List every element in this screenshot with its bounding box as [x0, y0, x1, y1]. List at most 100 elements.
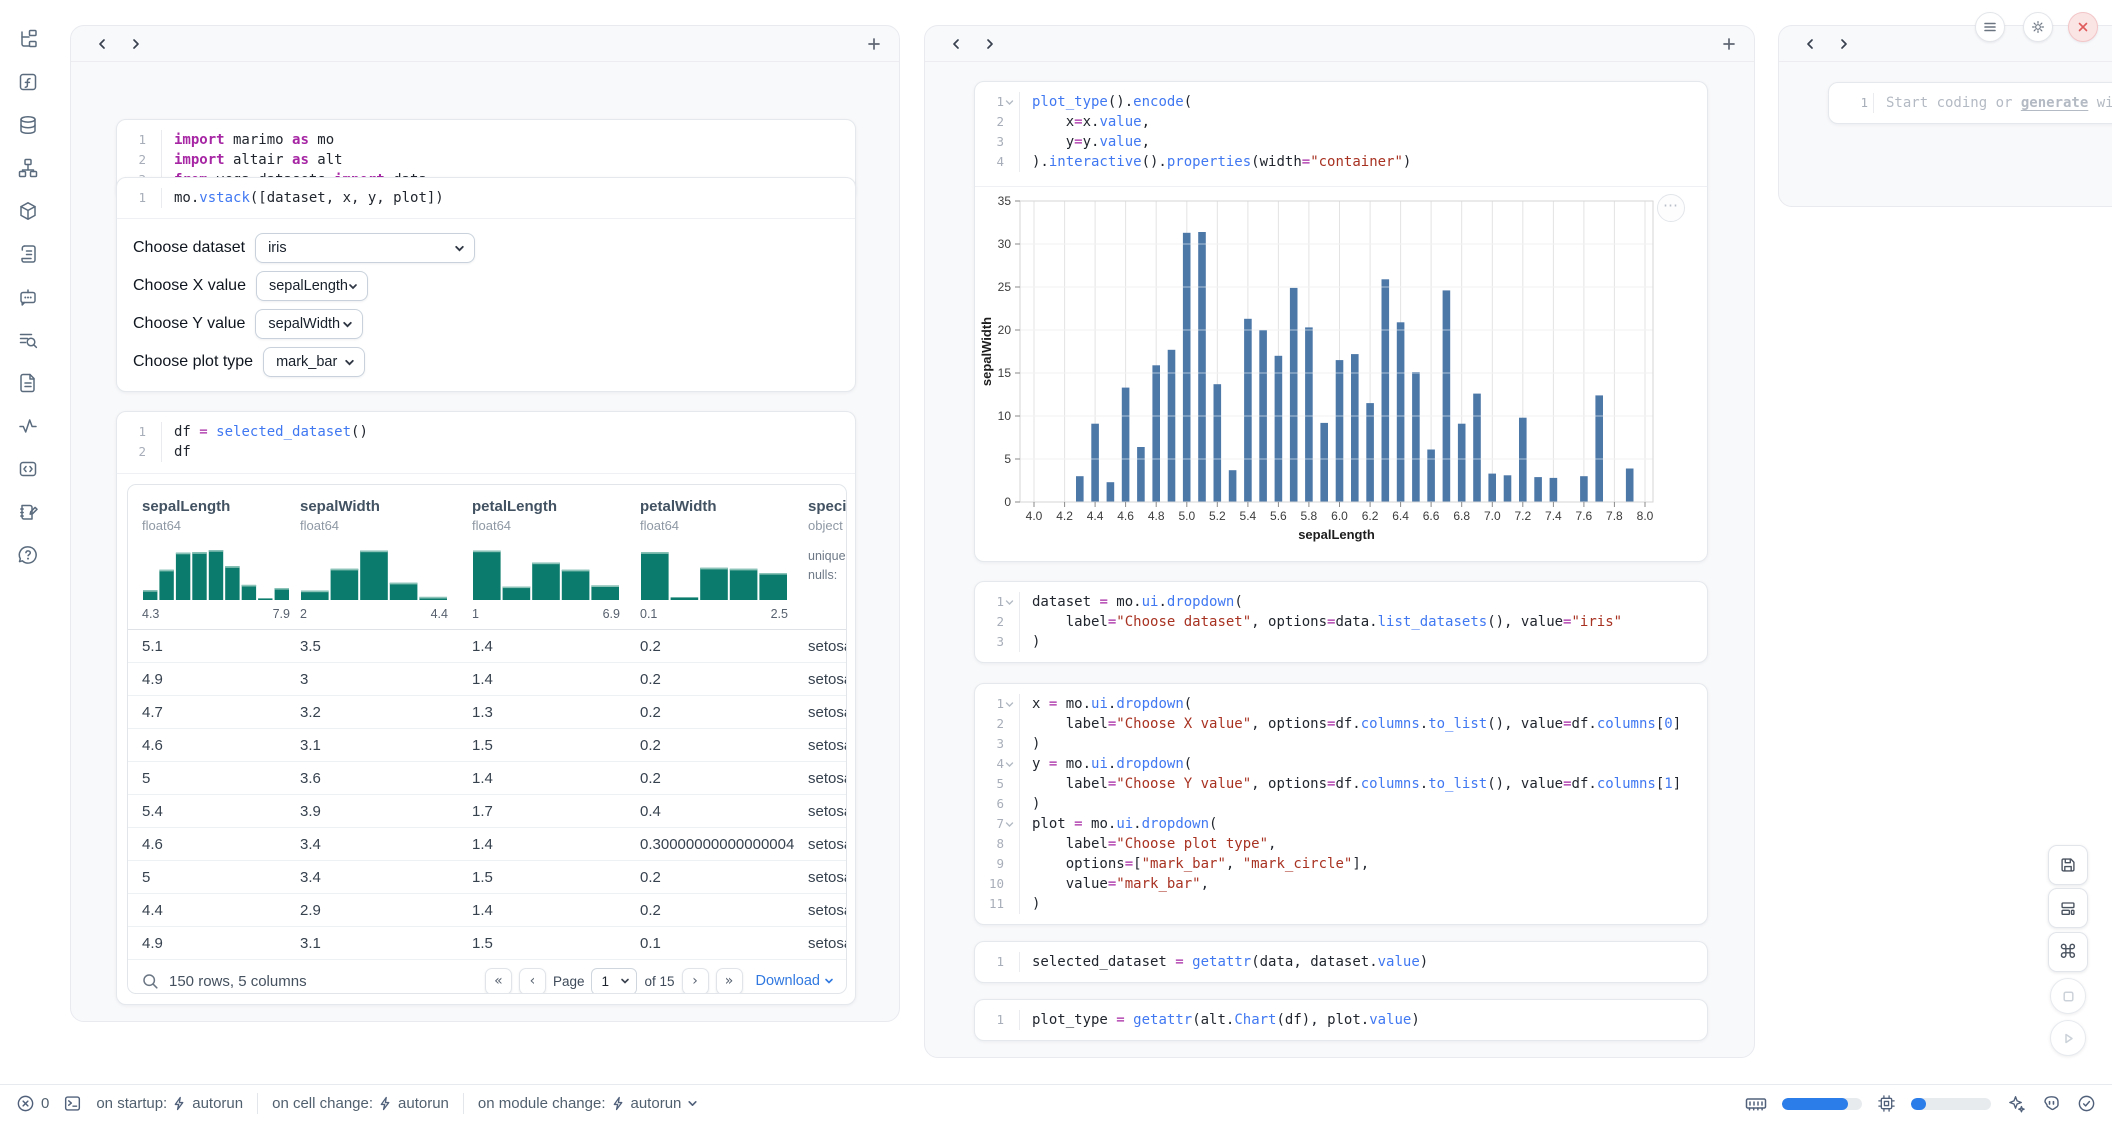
chart-menu-button[interactable]: ⋯ — [1657, 194, 1685, 222]
sidebar-chat-bot-button[interactable] — [13, 282, 43, 312]
code-editor[interactable]: 1dataset = mo.ui.dropdown(2 label="Choos… — [975, 582, 1707, 662]
table-cell: setosa — [808, 770, 846, 787]
svg-text:5.6: 5.6 — [1270, 509, 1287, 523]
runtime-config-2[interactable]: on cell change:autorun — [272, 1095, 449, 1112]
dropdown-select[interactable]: sepalLength — [256, 271, 368, 301]
page-label: Page — [553, 974, 585, 989]
table-cell: 5.4 — [142, 803, 300, 820]
sidebar-document-button[interactable] — [13, 368, 43, 398]
dropdown-select[interactable]: sepalWidth — [255, 309, 363, 339]
code-line: 1mo.vstack([dataset, x, y, plot]) — [117, 188, 855, 208]
table-cell: 3.4 — [300, 836, 472, 853]
sidebar-list-search-button[interactable] — [13, 325, 43, 355]
code-line: 1plot_type = getattr(alt.Chart(df), plot… — [975, 1010, 1707, 1030]
notebook-menu-button[interactable] — [1975, 12, 2005, 42]
table-cell: 0.2 — [640, 770, 808, 787]
fold-chevron-icon[interactable] — [1005, 598, 1014, 607]
stop-button[interactable] — [2050, 978, 2086, 1014]
table-cell: 1.5 — [472, 737, 640, 754]
add-column-button[interactable] — [861, 31, 887, 57]
code-editor[interactable]: 1plot_type = getattr(alt.Chart(df), plot… — [975, 1000, 1707, 1040]
sidebar-database-button[interactable] — [13, 110, 43, 140]
sidebar-file-tree-button[interactable] — [13, 24, 43, 54]
fold-chevron-icon[interactable] — [1005, 820, 1014, 829]
stop-icon — [2061, 989, 2076, 1004]
table-cell: setosa — [808, 935, 846, 952]
terminal-button[interactable] — [63, 1094, 82, 1113]
table-body: 5.13.51.40.2setosa4.931.40.2setosa4.73.2… — [128, 630, 846, 960]
code-line: 1plot_type().encode( — [975, 92, 1707, 112]
column-header-petalWidth[interactable]: petalWidthfloat640.12.5 — [640, 498, 808, 621]
sidebar-scroll-button[interactable] — [13, 239, 43, 269]
fold-chevron-icon[interactable] — [1005, 700, 1014, 709]
ai-assist-button[interactable] — [2006, 1094, 2026, 1114]
add-column-button[interactable] — [1716, 31, 1742, 57]
settings-button[interactable] — [2023, 12, 2053, 42]
sidebar-code-snippets-button[interactable] — [13, 454, 43, 484]
sidebar-dependency-graph-button[interactable] — [13, 153, 43, 183]
svg-text:sepalWidth: sepalWidth — [979, 317, 994, 386]
save-button[interactable] — [2048, 845, 2088, 885]
column-header-species[interactable]: speciesobjectunique:nulls: — [808, 498, 847, 621]
code-editor[interactable]: 1 Start coding or generate with AI — [1829, 83, 2112, 123]
hamburger-menu-icon — [1983, 20, 1997, 34]
sidebar-tracing-button[interactable] — [13, 411, 43, 441]
column-collapse-right-button[interactable] — [977, 31, 1003, 57]
code-line: 6) — [975, 794, 1707, 814]
cell-chart: 1plot_type().encode(2 x=x.value,3 y=y.va… — [974, 81, 1708, 562]
dependency-graph-icon — [17, 157, 39, 179]
column-collapse-right-button[interactable] — [123, 31, 149, 57]
command-palette-button[interactable]: ⌘ — [2048, 932, 2088, 972]
column-header-petalLength[interactable]: petalLengthfloat6416.9 — [472, 498, 640, 621]
last-page-button[interactable]: » — [716, 968, 743, 995]
column-header-sepalLength[interactable]: sepalLengthfloat644.37.9 — [142, 498, 300, 621]
svg-text:20: 20 — [998, 323, 1012, 337]
run-button[interactable] — [2050, 1020, 2086, 1056]
fold-chevron-icon[interactable] — [1005, 98, 1014, 107]
package-icon — [17, 200, 39, 222]
code-line: 1import marimo as mo — [117, 130, 855, 150]
search-icon[interactable] — [142, 973, 159, 990]
error-count-indicator[interactable]: 0 — [16, 1094, 49, 1113]
runtime-config-groups: on startup:autorun on cell change:autorun… — [96, 1093, 698, 1114]
code-line: 3) — [975, 632, 1707, 652]
code-editor[interactable]: 1x = mo.ui.dropdown(2 label="Choose X va… — [975, 684, 1707, 924]
column-collapse-right-button[interactable] — [1831, 31, 1857, 57]
column-collapse-left-button[interactable] — [1797, 31, 1823, 57]
gear-icon — [2030, 19, 2046, 35]
first-page-button[interactable]: « — [485, 968, 512, 995]
runtime-config-1[interactable]: on startup:autorun — [96, 1095, 243, 1112]
column-collapse-left-button[interactable] — [943, 31, 969, 57]
sidebar-notebook-button[interactable] — [13, 497, 43, 527]
sidebar-function-square-button[interactable] — [13, 67, 43, 97]
column-header-sepalWidth[interactable]: sepalWidthfloat6424.4 — [300, 498, 472, 621]
code-editor[interactable]: 1plot_type().encode(2 x=x.value,3 y=y.va… — [975, 82, 1707, 182]
svg-text:4.4: 4.4 — [1087, 509, 1104, 523]
table-cell: 3.2 — [300, 704, 472, 721]
svg-text:15: 15 — [998, 366, 1012, 380]
page-select[interactable]: 1 — [591, 968, 637, 995]
close-app-view-button[interactable] — [2068, 12, 2098, 42]
code-editor[interactable]: 1mo.vstack([dataset, x, y, plot]) — [117, 178, 855, 218]
sidebar-help-button[interactable] — [13, 540, 43, 570]
column-collapse-left-button[interactable] — [89, 31, 115, 57]
dropdown-select[interactable]: iris — [255, 233, 475, 263]
sidebar-package-button[interactable] — [13, 196, 43, 226]
fold-chevron-icon[interactable] — [1005, 760, 1014, 769]
left-sidebar — [0, 0, 56, 1084]
code-editor[interactable]: 1df = selected_dataset()2df — [117, 412, 855, 472]
next-page-button[interactable]: › — [682, 968, 709, 995]
function-square-icon — [17, 71, 39, 93]
table-cell: setosa — [808, 737, 846, 754]
generate-with-ai-link[interactable]: generate — [2021, 95, 2088, 111]
runtime-config-3[interactable]: on module change:autorun — [478, 1095, 698, 1112]
code-editor[interactable]: 1selected_dataset = getattr(data, datase… — [975, 942, 1707, 982]
download-button[interactable]: Download — [756, 973, 835, 989]
dropdown-select[interactable]: mark_bar — [263, 347, 365, 377]
layout-toggle-button[interactable] — [2048, 888, 2088, 928]
notebook-icon — [17, 501, 39, 523]
copilot-button[interactable] — [2041, 1093, 2062, 1114]
connection-status-button[interactable] — [2077, 1094, 2096, 1113]
prev-page-button[interactable]: ‹ — [519, 968, 546, 995]
svg-text:7.0: 7.0 — [1484, 509, 1501, 523]
